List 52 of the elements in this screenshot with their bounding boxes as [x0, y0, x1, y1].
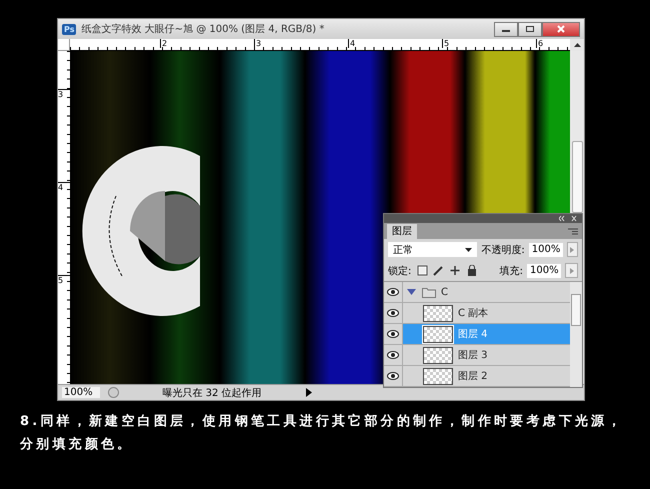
- layer-item[interactable]: C: [403, 282, 570, 302]
- layer-item[interactable]: C 副本: [403, 303, 570, 323]
- eye-icon: [387, 309, 399, 317]
- opacity-slider-button[interactable]: [566, 242, 578, 257]
- folder-icon: [422, 286, 436, 298]
- collapse-icon[interactable]: [559, 215, 579, 222]
- layer-item[interactable]: 图层 2: [403, 366, 570, 386]
- layers-scrollbar[interactable]: [570, 282, 582, 387]
- close-button[interactable]: [542, 22, 580, 36]
- close-icon: [556, 25, 566, 33]
- layer-thumbnail: [423, 326, 453, 342]
- layer-thumbnail: [423, 368, 453, 384]
- ruler-label: 2: [160, 39, 254, 48]
- right-arrow-icon: [570, 268, 574, 274]
- visibility-toggle[interactable]: [384, 366, 403, 386]
- fill-field[interactable]: 100%: [527, 264, 561, 278]
- layers-tab[interactable]: 图层: [387, 224, 417, 239]
- status-message: 曝光只在 32 位起作用: [161, 386, 263, 400]
- eye-icon: [387, 330, 399, 338]
- blend-mode-dropdown[interactable]: 正常: [388, 242, 478, 257]
- eye-icon: [387, 372, 399, 380]
- visibility-toggle[interactable]: [384, 303, 403, 323]
- opacity-label: 不透明度:: [481, 244, 525, 256]
- play-icon[interactable]: [305, 388, 313, 397]
- fill-slider-button[interactable]: [565, 263, 578, 278]
- maximize-icon: [525, 25, 535, 33]
- minimize-button[interactable]: [494, 22, 518, 36]
- ruler-label: 4: [348, 39, 442, 48]
- panel-menu-icon[interactable]: [568, 228, 578, 234]
- maximize-button[interactable]: [518, 22, 542, 36]
- app-badge: Ps: [62, 24, 76, 34]
- visibility-toggle[interactable]: [384, 345, 403, 365]
- ruler-origin[interactable]: [58, 39, 70, 51]
- tutorial-step-text: 8.同样，新建空白图层，使用钢笔工具进行其它部分的制作，制作时要考虑下光源，分别填充颜色。: [20, 412, 625, 454]
- up-arrow-icon: [574, 43, 580, 47]
- fill-label: 填充:: [500, 264, 523, 278]
- ruler-label: 3: [254, 39, 348, 48]
- window-title: 纸盒文字特效 大眼仔~旭 @ 100% (图层 4, RGB/8) *: [81, 22, 326, 36]
- ruler-label: 5: [442, 39, 536, 48]
- visibility-toggle[interactable]: [384, 282, 403, 302]
- dropdown-arrow-icon: [465, 248, 472, 252]
- right-arrow-icon: [570, 246, 574, 252]
- layer-thumbnail: [423, 346, 453, 364]
- layer-thumbnail: [423, 304, 453, 322]
- eye-icon: [387, 288, 399, 296]
- scrollbar-up-button[interactable]: [570, 39, 584, 51]
- zoom-level[interactable]: 100%: [62, 387, 100, 398]
- lock-label: 锁定:: [388, 264, 412, 278]
- expand-triangle-icon[interactable]: [407, 288, 417, 296]
- eye-icon: [387, 351, 399, 359]
- layer-item[interactable]: 图层 3: [403, 345, 570, 365]
- opacity-field[interactable]: 100%: [528, 242, 563, 256]
